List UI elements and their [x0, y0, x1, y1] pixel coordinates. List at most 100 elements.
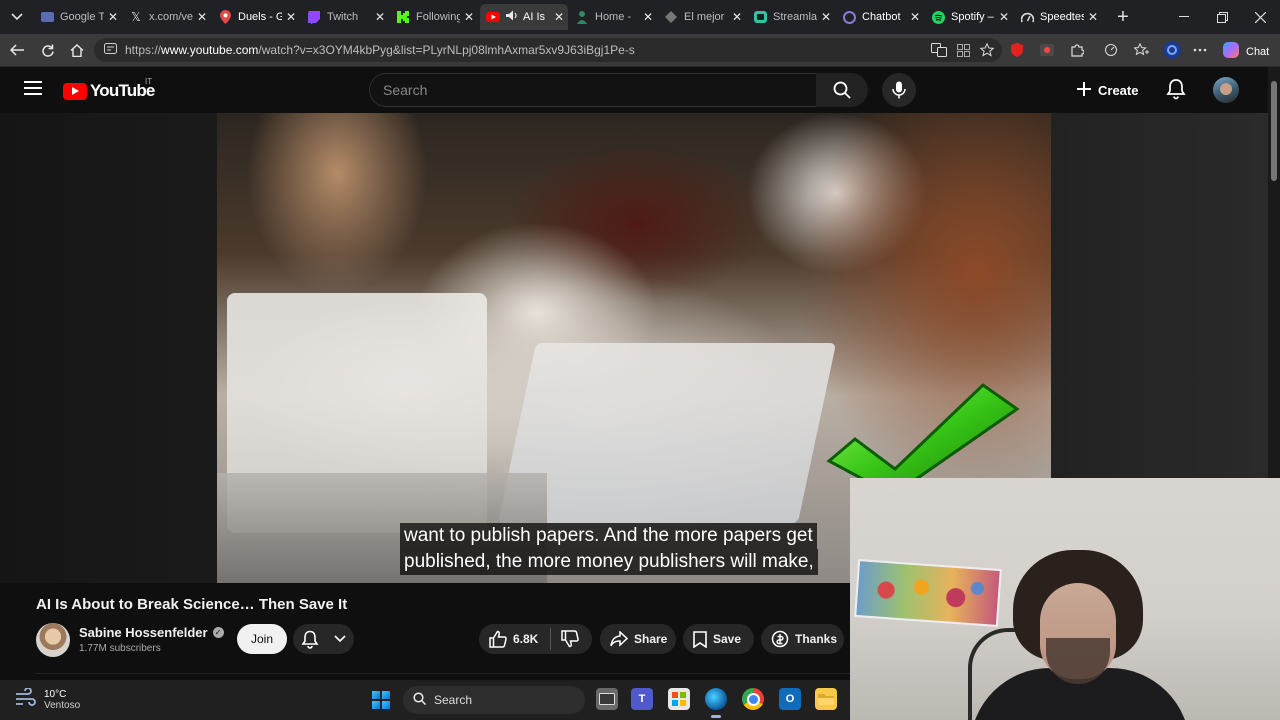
close-tab-icon[interactable]: ✕ — [643, 10, 653, 24]
weather-description: Ventoso — [44, 699, 81, 711]
tab-list-chevron-icon[interactable] — [0, 0, 34, 34]
tab-title: Following — [416, 11, 460, 23]
channel-avatar[interactable] — [36, 623, 70, 657]
subscription-notifications-button[interactable] — [293, 624, 354, 654]
site-info-icon[interactable] — [104, 43, 117, 57]
search-button[interactable] — [816, 73, 868, 107]
thumbs-down-icon[interactable] — [561, 630, 580, 648]
reload-icon[interactable] — [37, 40, 57, 60]
channel-name[interactable]: Sabine Hossenfelder — [79, 625, 208, 640]
copilot-chat-button[interactable]: Chat — [1222, 41, 1269, 62]
channel-name-row[interactable]: Sabine Hossenfelder ✓ — [79, 625, 224, 640]
thanks-button[interactable]: Thanks — [761, 624, 844, 654]
close-tab-icon[interactable]: ✕ — [910, 10, 920, 24]
microsoft-store-icon[interactable] — [668, 688, 690, 710]
browser-tab[interactable]: Speedtes ✕ — [1014, 4, 1102, 30]
close-tab-icon[interactable]: ✕ — [197, 10, 207, 24]
thumbs-up-icon[interactable] — [489, 630, 507, 648]
streamlabs-icon — [753, 10, 767, 24]
url-path: /watch?v=x3OYM4kbPyg&list=PLyrNLpj08lmhA… — [258, 43, 635, 57]
browser-tab[interactable]: Following ✕ — [390, 4, 478, 30]
close-tab-icon[interactable]: ✕ — [108, 10, 118, 24]
create-button[interactable]: Create — [1076, 73, 1138, 107]
scrollbar-thumb[interactable] — [1271, 81, 1277, 181]
plus-icon — [1076, 77, 1092, 103]
browser-tab[interactable]: Streamla ✕ — [747, 4, 835, 30]
task-view-icon[interactable] — [596, 688, 618, 710]
record-extension-icon[interactable] — [1039, 42, 1055, 58]
menu-icon[interactable] — [24, 81, 42, 95]
close-tab-icon[interactable]: ✕ — [1088, 10, 1098, 24]
youtube-play-icon — [63, 82, 87, 100]
extensions-puzzle-icon[interactable] — [1069, 42, 1085, 58]
video-info-panel: AI Is About to Break Science… Then Save … — [0, 583, 850, 680]
browser-tab[interactable]: 𝕏 x.com/ve ✕ — [123, 4, 211, 30]
share-arrow-icon — [610, 631, 628, 647]
url-domain: www.youtube.com — [161, 43, 259, 57]
temperature: 10°C — [44, 688, 67, 700]
chatbot-icon — [842, 10, 856, 24]
browser-tab[interactable]: Home - ✕ — [569, 4, 657, 30]
close-tab-icon[interactable]: ✕ — [286, 10, 296, 24]
windows-start-icon[interactable] — [372, 691, 390, 709]
notifications-bell-icon[interactable] — [1166, 78, 1186, 105]
teams-icon[interactable]: T — [631, 688, 653, 710]
like-count[interactable]: 6.8K — [513, 632, 538, 646]
search-placeholder: Search — [383, 82, 428, 98]
browser-tab[interactable]: Twitch ✕ — [301, 4, 389, 30]
close-tab-icon[interactable]: ✕ — [554, 10, 564, 24]
taskbar-search-box[interactable]: Search — [403, 686, 585, 714]
subscriber-count: 1.77M subscribers — [79, 643, 161, 654]
speedtest-icon — [1020, 10, 1034, 24]
map-pin-icon — [218, 10, 232, 24]
google-icon — [40, 10, 54, 24]
wind-icon — [14, 687, 36, 711]
account-avatar[interactable] — [1213, 77, 1239, 103]
new-tab-button[interactable]: + — [1104, 0, 1142, 34]
shield-extension-icon[interactable] — [1009, 42, 1025, 58]
close-tab-icon[interactable]: ✕ — [821, 10, 831, 24]
browser-tab[interactable]: Duels - G ✕ — [212, 4, 300, 30]
youtube-icon — [486, 10, 500, 24]
save-button[interactable]: Save — [683, 624, 754, 654]
youtube-logo[interactable]: YouTube IT — [63, 77, 155, 101]
outlook-icon[interactable]: O — [779, 688, 801, 710]
favorites-icon[interactable] — [1133, 42, 1149, 58]
more-options-icon[interactable] — [1192, 42, 1208, 58]
url-field[interactable]: https://www.youtube.com/watch?v=x3OYM4kb… — [94, 38, 1002, 62]
home-icon[interactable] — [67, 40, 87, 60]
apps-grid-icon[interactable] — [955, 42, 971, 58]
performance-icon[interactable] — [1103, 42, 1119, 58]
search-input[interactable]: Search — [369, 73, 817, 107]
close-tab-icon[interactable]: ✕ — [732, 10, 742, 24]
speaker-icon[interactable] — [506, 10, 518, 24]
browser-tab-active[interactable]: AI Is ✕ — [480, 4, 568, 30]
voice-search-button[interactable] — [882, 73, 916, 107]
join-button[interactable]: Join — [237, 624, 287, 654]
translate-icon[interactable] — [931, 42, 947, 58]
browser-tab[interactable]: El mejor ✕ — [658, 4, 746, 30]
edge-browser-icon[interactable] — [705, 688, 727, 718]
minimize-icon[interactable] — [1165, 0, 1203, 34]
verified-badge-icon: ✓ — [212, 627, 224, 638]
close-tab-icon[interactable]: ✕ — [999, 10, 1009, 24]
profile-icon[interactable] — [1163, 41, 1181, 59]
file-explorer-icon[interactable] — [815, 688, 837, 710]
share-button[interactable]: Share — [600, 624, 676, 654]
browser-tab[interactable]: Spotify – ✕ — [925, 4, 1013, 30]
close-window-icon[interactable] — [1241, 0, 1279, 34]
close-tab-icon[interactable]: ✕ — [464, 10, 474, 24]
favorite-star-icon[interactable] — [979, 42, 995, 58]
close-tab-icon[interactable]: ✕ — [375, 10, 385, 24]
chrome-icon[interactable] — [742, 688, 764, 710]
weather-widget[interactable]: 10°C Ventoso — [14, 687, 81, 711]
browser-tab[interactable]: Chatbot ✕ — [836, 4, 924, 30]
like-dislike-group: 6.8K — [479, 624, 592, 654]
divider — [550, 628, 552, 650]
tab-title: AI Is — [523, 11, 546, 23]
tab-title: Chatbot — [862, 11, 901, 23]
url-prefix: https:// — [125, 43, 162, 57]
browser-tab[interactable]: Google T ✕ — [34, 4, 122, 30]
restore-icon[interactable] — [1203, 0, 1241, 34]
back-arrow-icon[interactable] — [7, 40, 27, 60]
